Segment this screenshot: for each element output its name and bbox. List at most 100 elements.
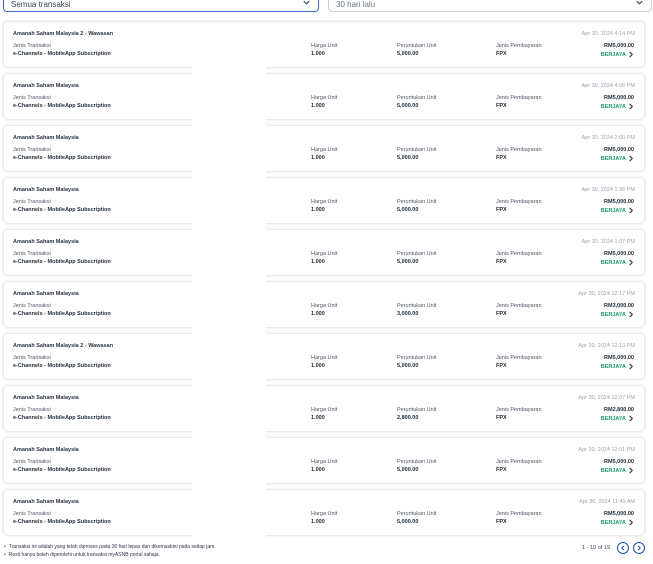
- status-link[interactable]: BERJAYA: [601, 207, 634, 214]
- status-badge: BERJAYA: [600, 207, 626, 214]
- transaction-card[interactable]: Amanah Saham Malaysia Apr 30, 2024 1:07 P…: [4, 230, 644, 275]
- fund-name: Amanah Saham Malaysia: [13, 135, 79, 141]
- transaction-history-page: Semua transaksi 30 hari lalu Amanah Saha…: [0, 0, 653, 564]
- transaction-amount: RM2,800.00: [604, 407, 634, 413]
- unit-price-value: 1.000: [311, 259, 325, 265]
- redaction-block: [192, 22, 266, 542]
- transaction-amount: RM3,000.00: [604, 303, 634, 309]
- prev-page-button[interactable]: [617, 542, 629, 554]
- status-link[interactable]: BERJAYA: [601, 415, 634, 422]
- transaction-type-value: e-Channels - MobileApp Subscription: [13, 155, 111, 161]
- fund-name: Amanah Saham Malaysia: [13, 291, 79, 297]
- status-badge: BERJAYA: [600, 259, 626, 266]
- transaction-card[interactable]: Amanah Saham Malaysia Apr 30, 2024 12:17 …: [4, 282, 644, 327]
- transaction-type-value: e-Channels - MobileApp Subscription: [13, 415, 111, 421]
- transaction-card[interactable]: Amanah Saham Malaysia Apr 30, 2024 1:36 P…: [4, 178, 644, 223]
- transaction-date: Apr 30, 2024 4:06 PM: [581, 83, 635, 89]
- unit-price-label: Harga Unit: [311, 511, 338, 517]
- transaction-amount: RM5,000.00: [604, 355, 634, 361]
- unit-allocation-value: 5,000.00: [397, 467, 419, 473]
- payment-type-label: Jenis Pembayaran: [496, 407, 542, 413]
- unit-price-label: Harga Unit: [311, 43, 338, 49]
- transaction-type-value: e-Channels - MobileApp Subscription: [13, 363, 111, 369]
- transaction-type-value: e-Channels - MobileApp Subscription: [13, 311, 111, 317]
- unit-price-value: 1.000: [311, 103, 325, 109]
- transaction-date: Apr 30, 2024 4:14 PM: [581, 31, 635, 37]
- unit-price-label: Harga Unit: [311, 199, 338, 205]
- transaction-amount: RM5,000.00: [604, 147, 634, 153]
- transaction-type-select[interactable]: Semua transaksi: [3, 0, 319, 12]
- next-page-button[interactable]: [633, 542, 645, 554]
- status-link[interactable]: BERJAYA: [601, 467, 634, 474]
- transaction-date: Apr 30, 2024 12:01 PM: [578, 447, 635, 453]
- transaction-date: Apr 30, 2024 11:49 AM: [579, 499, 635, 505]
- transaction-card[interactable]: Amanah Saham Malaysia 2 - Wawasan Apr 30,…: [4, 334, 644, 379]
- status-link[interactable]: BERJAYA: [601, 259, 634, 266]
- unit-price-label: Harga Unit: [311, 251, 338, 257]
- transaction-date: Apr 30, 2024 1:07 PM: [581, 239, 635, 245]
- chevron-right-icon: [629, 207, 634, 214]
- payment-type-value: FPX: [496, 155, 507, 161]
- chevron-right-icon: [629, 155, 634, 162]
- transaction-type-value: e-Channels - MobileApp Subscription: [13, 51, 111, 57]
- transaction-amount: RM5,000.00: [604, 43, 634, 49]
- status-link[interactable]: BERJAYA: [601, 363, 634, 370]
- unit-price-value: 1.000: [311, 311, 325, 317]
- pagination-count: 1 - 10 of 19: [582, 545, 610, 551]
- transaction-amount: RM5,000.00: [604, 95, 634, 101]
- status-link[interactable]: BERJAYA: [601, 103, 634, 110]
- status-link[interactable]: BERJAYA: [601, 519, 634, 526]
- footnote: Resit hanya boleh diperolehi untuk trans…: [4, 551, 216, 559]
- transaction-amount: RM5,000.00: [604, 199, 634, 205]
- transaction-type-label: Jenis Transaksi: [13, 199, 51, 205]
- unit-price-value: 1.000: [311, 51, 325, 57]
- unit-price-value: 1.000: [311, 155, 325, 161]
- unit-allocation-value: 5,000.00: [397, 363, 419, 369]
- status-badge: BERJAYA: [600, 311, 626, 318]
- chevron-down-icon: [303, 0, 310, 5]
- payment-type-label: Jenis Pembayaran: [496, 251, 542, 257]
- unit-allocation-label: Peruntukan Unit: [397, 511, 437, 517]
- payment-type-value: FPX: [496, 207, 507, 213]
- unit-allocation-label: Peruntukan Unit: [397, 147, 437, 153]
- status-link[interactable]: BERJAYA: [601, 51, 634, 58]
- chevron-right-icon: [629, 103, 634, 110]
- transaction-amount: RM5,000.00: [604, 459, 634, 465]
- chevron-right-icon: [629, 259, 634, 266]
- transaction-type-label: Jenis Transaksi: [13, 407, 51, 413]
- filter-bar: Semua transaksi 30 hari lalu: [3, 0, 652, 14]
- transaction-type-value: e-Channels - MobileApp Subscription: [13, 259, 111, 265]
- transaction-type-label: Jenis Transaksi: [13, 511, 51, 517]
- status-link[interactable]: BERJAYA: [601, 311, 634, 318]
- period-select[interactable]: 30 hari lalu: [328, 0, 652, 12]
- chevron-right-icon: [629, 51, 634, 58]
- status-badge: BERJAYA: [600, 51, 626, 58]
- transaction-card[interactable]: Amanah Saham Malaysia Apr 30, 2024 12:07 …: [4, 386, 644, 431]
- unit-allocation-value: 2,800.00: [397, 415, 419, 421]
- unit-allocation-value: 5,000.00: [397, 207, 419, 213]
- payment-type-value: FPX: [496, 103, 507, 109]
- chevron-right-icon: [629, 311, 634, 318]
- transaction-type-value: e-Channels - MobileApp Subscription: [13, 519, 111, 525]
- fund-name: Amanah Saham Malaysia: [13, 499, 79, 505]
- status-link[interactable]: BERJAYA: [601, 155, 634, 162]
- payment-type-label: Jenis Pembayaran: [496, 199, 542, 205]
- transaction-date: Apr 30, 2024 12:13 PM: [578, 343, 635, 349]
- status-badge: BERJAYA: [600, 363, 626, 370]
- transaction-type-value: e-Channels - MobileApp Subscription: [13, 103, 111, 109]
- unit-price-value: 1.000: [311, 519, 325, 525]
- transaction-card[interactable]: Amanah Saham Malaysia Apr 30, 2024 12:01 …: [4, 438, 644, 483]
- transaction-type-label: Jenis Transaksi: [13, 147, 51, 153]
- transaction-card[interactable]: Amanah Saham Malaysia Apr 30, 2024 2:00 P…: [4, 126, 644, 171]
- transaction-card[interactable]: Amanah Saham Malaysia Apr 30, 2024 11:49 …: [4, 490, 644, 535]
- transaction-card[interactable]: Amanah Saham Malaysia Apr 30, 2024 4:06 P…: [4, 74, 644, 119]
- unit-price-label: Harga Unit: [311, 355, 338, 361]
- unit-price-label: Harga Unit: [311, 303, 338, 309]
- unit-allocation-label: Peruntukan Unit: [397, 459, 437, 465]
- transaction-type-label: Jenis Transaksi: [13, 43, 51, 49]
- transaction-card[interactable]: Amanah Saham Malaysia 2 - Wawasan Apr 30,…: [4, 22, 644, 67]
- payment-type-value: FPX: [496, 363, 507, 369]
- unit-allocation-label: Peruntukan Unit: [397, 407, 437, 413]
- fund-name: Amanah Saham Malaysia: [13, 187, 79, 193]
- chevron-down-icon: [636, 0, 643, 5]
